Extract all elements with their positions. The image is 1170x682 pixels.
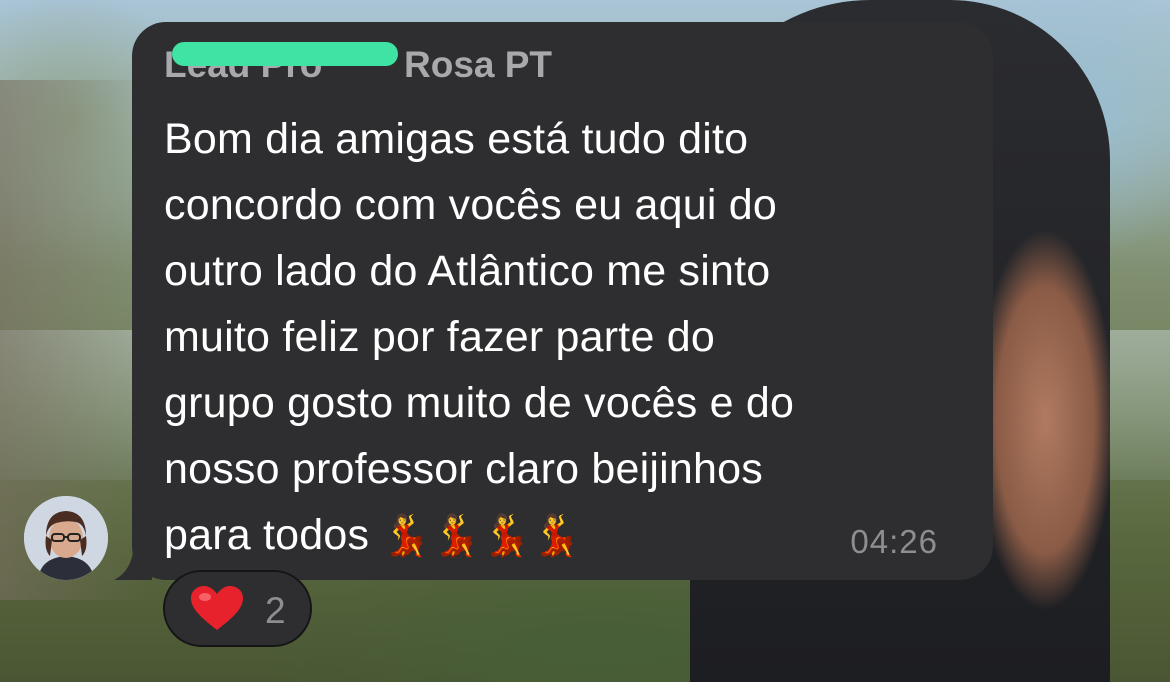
sender-avatar[interactable] (24, 496, 108, 580)
dancer-emoji: 💃💃💃💃 (381, 514, 582, 558)
message-line: muito feliz por fazer parte do (164, 313, 715, 361)
message-text: Bom dia amigas está tudo dito concordo c… (164, 106, 964, 568)
reaction-count: 2 (265, 590, 286, 631)
message-line: nosso professor claro beijinhos (164, 445, 763, 493)
message-line: Bom dia amigas está tudo dito (164, 115, 749, 163)
avatar-photo (24, 496, 108, 580)
message-line: outro lado do Atlântico me sinto (164, 247, 771, 295)
message-last-line: para todos 💃💃💃💃 (164, 502, 964, 568)
message-line: para todos (164, 511, 370, 559)
reaction-pill[interactable]: 2 (163, 570, 312, 647)
heart-icon (191, 586, 243, 630)
sender-name[interactable]: Rosa PT (404, 44, 552, 86)
redaction-mark (172, 42, 398, 66)
message-timestamp: 04:26 (850, 523, 938, 560)
message-line: concordo com vocês eu aqui do (164, 181, 777, 229)
message-line: grupo gosto muito de vocês e do (164, 379, 795, 427)
